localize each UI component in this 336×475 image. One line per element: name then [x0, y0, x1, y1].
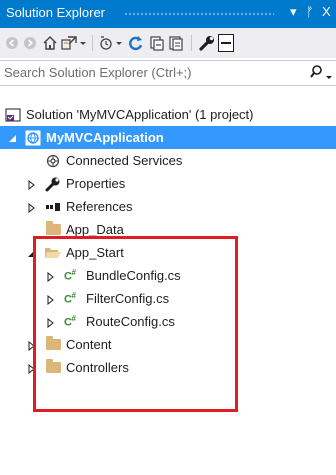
project-label: MyMVCApplication [46, 130, 164, 145]
tree-item-filter-config[interactable]: C# FilterConfig.cs [0, 287, 336, 310]
web-project-icon [25, 130, 41, 146]
tree-item-solution[interactable]: Solution 'MyMVCApplication' (1 project) [0, 103, 336, 126]
connected-services-icon [45, 153, 61, 169]
preview-icon[interactable] [218, 34, 234, 52]
solution-icon [5, 107, 21, 123]
tree-item-references[interactable]: References [0, 195, 336, 218]
tree-item-route-config[interactable]: C# RouteConfig.cs [0, 310, 336, 333]
dropdown-icon-2[interactable] [115, 34, 123, 52]
properties-wrench-icon[interactable] [198, 34, 216, 52]
tree-item-content[interactable]: Content [0, 333, 336, 356]
folder-icon [46, 221, 61, 235]
app-start-label: App_Start [66, 245, 124, 260]
show-all-files-icon[interactable] [168, 34, 184, 52]
search-box [0, 60, 336, 86]
expand-arrow-icon[interactable] [27, 339, 37, 352]
filter-config-label: FilterConfig.cs [86, 291, 170, 306]
tree-item-connected-services[interactable]: Connected Services [0, 149, 336, 172]
expand-arrow-icon[interactable] [46, 316, 56, 329]
expand-arrow-icon[interactable] [46, 270, 56, 283]
toolbar-separator-2 [191, 35, 192, 51]
window-title: Solution Explorer [6, 5, 105, 20]
controllers-label: Controllers [66, 360, 129, 375]
expand-arrow-icon[interactable] [27, 178, 37, 191]
references-icon [45, 199, 61, 215]
sync-with-document-icon[interactable] [60, 34, 78, 52]
tree-item-project[interactable]: MyMVCApplication [0, 126, 336, 149]
tree-item-properties[interactable]: Properties [0, 172, 336, 195]
references-label: References [66, 199, 133, 214]
drag-grip[interactable] [124, 12, 274, 16]
folder-icon [46, 359, 61, 373]
tree-item-controllers[interactable]: Controllers [0, 356, 336, 379]
wrench-icon [45, 176, 61, 192]
csharp-file-icon: C# [64, 291, 76, 306]
refresh-icon[interactable] [128, 34, 144, 52]
back-icon[interactable] [4, 34, 20, 52]
tree-item-bundle-config[interactable]: C# BundleConfig.cs [0, 264, 336, 287]
collapse-arrow-icon[interactable] [8, 132, 18, 142]
toolbar-separator [92, 35, 93, 51]
dropdown-icon[interactable] [79, 34, 87, 52]
content-label: Content [66, 337, 112, 352]
solution-label: Solution 'MyMVCApplication' (1 project) [26, 107, 254, 122]
search-input[interactable] [4, 65, 304, 80]
properties-label: Properties [66, 176, 126, 191]
collapse-arrow-icon[interactable] [27, 247, 37, 257]
forward-icon[interactable] [22, 34, 38, 52]
open-folder-icon [44, 245, 61, 261]
route-config-label: RouteConfig.cs [86, 314, 175, 329]
tree-item-app-data[interactable]: App_Data [0, 218, 336, 241]
app-data-label: App_Data [66, 222, 124, 237]
expand-arrow-icon[interactable] [27, 362, 37, 375]
expand-arrow-icon[interactable] [27, 201, 37, 214]
tree-item-app-start[interactable]: App_Start [0, 241, 336, 264]
bundle-config-label: BundleConfig.cs [86, 268, 181, 283]
csharp-file-icon: C# [64, 268, 76, 283]
connected-services-label: Connected Services [66, 153, 183, 168]
csharp-file-icon: C# [64, 314, 76, 329]
pending-changes-icon[interactable] [98, 34, 114, 52]
close-icon[interactable]: X [322, 4, 331, 19]
toolbar [0, 28, 336, 58]
expand-arrow-icon[interactable] [46, 293, 56, 306]
search-options-dropdown-icon[interactable] [326, 69, 332, 84]
home-icon[interactable] [42, 34, 58, 52]
search-icon[interactable] [310, 65, 322, 82]
pin-icon[interactable]: ᚠ [306, 4, 314, 19]
collapse-all-icon[interactable] [148, 34, 164, 52]
window-menu-dropdown-icon[interactable]: ▾ [290, 4, 297, 20]
title-bar: Solution Explorer ▾ ᚠ X [0, 0, 336, 28]
folder-icon [46, 336, 61, 350]
